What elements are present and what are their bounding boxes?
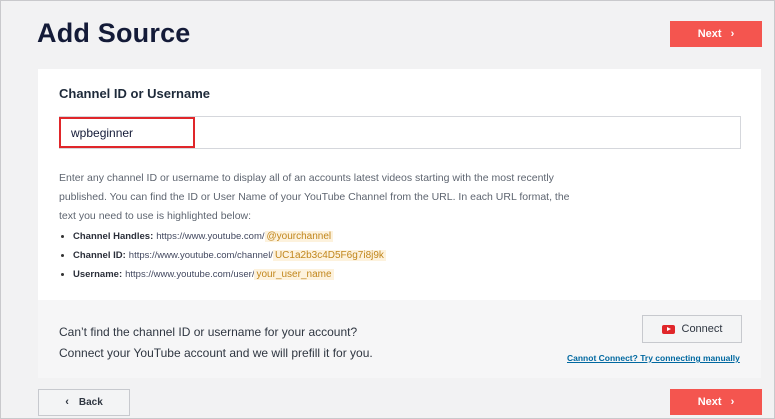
next-label: Next <box>697 396 722 408</box>
back-label: Back <box>78 397 103 408</box>
connect-account-panel: Can’t find the channel ID or username fo… <box>38 300 761 378</box>
bullet-icon <box>61 235 64 238</box>
channel-id-input[interactable] <box>71 124 371 142</box>
connect-prompt-line2: Connect your YouTube account and we will… <box>59 346 373 360</box>
page-title: Add Source <box>37 18 191 48</box>
list-item: Username: https://www.youtube.com/user/ … <box>61 265 386 284</box>
url-format-base: https://www.youtube.com/channel/ <box>128 250 273 261</box>
description-text: Enter any channel ID or username to disp… <box>59 172 570 222</box>
chevron-right-icon: › <box>730 395 735 408</box>
connect-manually-link[interactable]: Cannot Connect? Try connecting manually <box>567 353 740 363</box>
bullet-icon <box>61 273 64 276</box>
list-item: Channel ID: https://www.youtube.com/chan… <box>61 246 386 265</box>
section-title: Channel ID or Username <box>59 86 210 101</box>
chevron-right-icon: › <box>730 27 735 40</box>
url-format-base: https://www.youtube.com/user/ <box>125 269 255 280</box>
url-format-highlight: your_user_name <box>254 269 334 280</box>
url-format-label: Channel Handles: <box>73 231 154 242</box>
connect-prompt: Can’t find the channel ID or username fo… <box>59 322 373 364</box>
source-card: Channel ID or Username Enter any channel… <box>38 69 761 378</box>
chevron-left-icon: ‹ <box>65 396 69 408</box>
url-format-label: Channel ID: <box>73 250 126 261</box>
connect-prompt-line1: Can’t find the channel ID or username fo… <box>59 325 358 339</box>
back-button[interactable]: ‹ Back <box>38 389 130 416</box>
youtube-icon <box>661 324 675 334</box>
next-button-bottom[interactable]: Next › <box>670 389 762 415</box>
list-item: Channel Handles: https://www.youtube.com… <box>61 227 386 246</box>
connect-label: Connect <box>681 323 723 335</box>
url-format-label: Username: <box>73 269 123 280</box>
url-format-highlight: @yourchannel <box>264 231 334 242</box>
next-label: Next <box>697 28 722 40</box>
bullet-icon <box>61 254 64 257</box>
url-format-base: https://www.youtube.com/ <box>156 231 265 242</box>
connect-youtube-button[interactable]: Connect <box>642 315 742 343</box>
url-format-highlight: UC1a2b3c4D5F6g7i8j9k <box>272 250 386 261</box>
next-button-top[interactable]: Next › <box>670 21 762 47</box>
url-format-list: Channel Handles: https://www.youtube.com… <box>61 227 386 284</box>
